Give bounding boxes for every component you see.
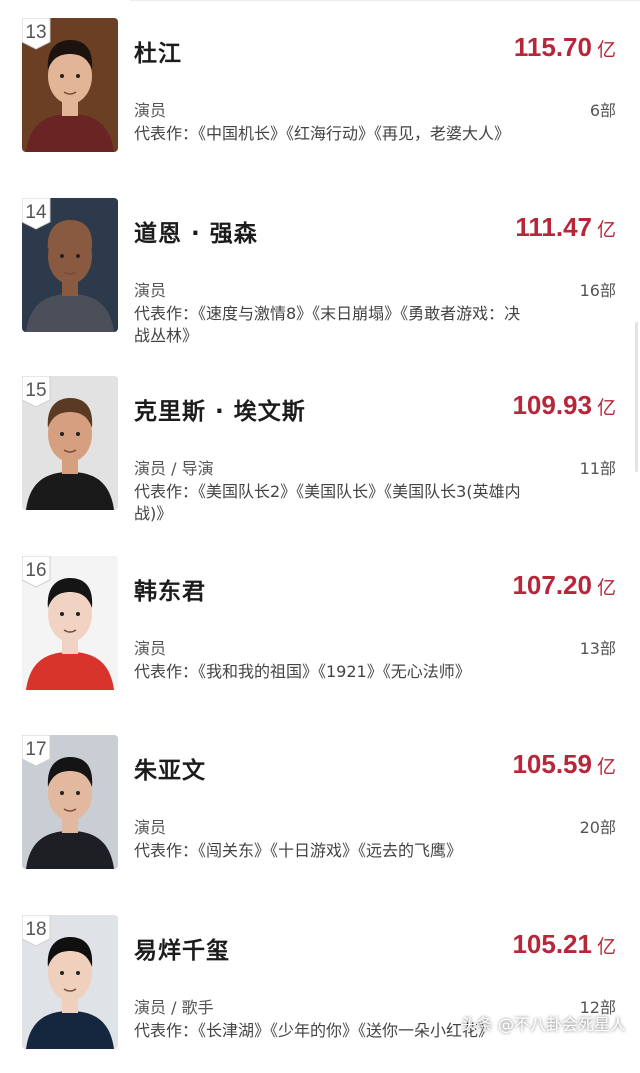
rank-number: 17 (25, 739, 47, 760)
top-divider (130, 0, 640, 1)
representative-works: 代表作：《我和我的祖国》《1921》《无心法师》 (134, 662, 471, 681)
rank-number: 15 (25, 380, 47, 401)
box-office-unit: 亿 (596, 220, 616, 241)
ranking-row[interactable]: 17 朱亚文 105.59 亿 演员 20部 代表作：《闯关东》《十日游戏》《远去… (0, 733, 640, 893)
person-name[interactable]: 韩东君 (134, 572, 206, 606)
box-office-value: 109.93 亿 (512, 390, 616, 421)
box-office-number: 107.20 (512, 570, 592, 600)
rank-badge: 15 (22, 376, 52, 408)
rank-badge: 14 (22, 198, 52, 230)
person-name[interactable]: 杜江 (134, 34, 182, 68)
person-role: 演员 (134, 818, 167, 837)
ranking-row[interactable]: 14 道恩 · 强森 111.47 亿 演员 16部 代表作：《速度与激情8》《末… (0, 196, 640, 356)
ranking-row[interactable]: 13 杜江 115.70 亿 演员 6部 代表作：《中国机长》《红海行动》《再见，… (0, 16, 640, 176)
person-name[interactable]: 克里斯 · 埃文斯 (134, 392, 306, 426)
rank-number: 14 (25, 202, 47, 223)
watermark: 头条 @不八卦会死星人 (460, 1015, 626, 1034)
box-office-unit: 亿 (596, 398, 616, 419)
box-office-unit: 亿 (596, 578, 616, 599)
person-name[interactable]: 朱亚文 (134, 751, 206, 785)
works-count: 11部 (579, 459, 616, 478)
box-office-unit: 亿 (596, 757, 616, 778)
box-office-value: 105.59 亿 (512, 749, 616, 780)
box-office-number: 105.59 (512, 749, 592, 779)
person-role: 演员 (134, 101, 167, 120)
rank-number: 16 (25, 560, 47, 581)
person-role: 演员 (134, 281, 167, 300)
works-count: 16部 (579, 281, 616, 300)
box-office-value: 115.70 亿 (514, 32, 616, 63)
representative-works: 代表作：《速度与激情8》《末日崩塌》《勇敢者游戏：决战丛林》 (134, 304, 521, 345)
rank-number: 18 (25, 919, 47, 940)
representative-works: 代表作：《中国机长》《红海行动》《再见，老婆大人》 (134, 124, 511, 143)
works-count: 20部 (579, 818, 616, 837)
representative-works: 代表作：《闯关东》《十日游戏》《远去的飞鹰》 (134, 841, 463, 860)
rank-badge: 18 (22, 915, 52, 947)
box-office-unit: 亿 (596, 937, 616, 958)
person-name[interactable]: 易烊千玺 (134, 931, 230, 965)
person-role: 演员 / 导演 (134, 459, 214, 478)
box-office-value: 105.21 亿 (512, 929, 616, 960)
rank-number: 13 (25, 22, 47, 43)
person-name[interactable]: 道恩 · 强森 (134, 214, 258, 248)
box-office-number: 111.47 (515, 212, 592, 242)
rank-badge: 16 (22, 556, 52, 588)
rank-badge: 17 (22, 735, 52, 767)
ranking-row[interactable]: 15 克里斯 · 埃文斯 109.93 亿 演员 / 导演 11部 代表作：《美国… (0, 374, 640, 534)
ranking-row[interactable]: 16 韩东君 107.20 亿 演员 13部 代表作：《我和我的祖国》《1921》… (0, 554, 640, 714)
box-office-value: 107.20 亿 (512, 570, 616, 601)
box-office-number: 109.93 (512, 390, 592, 420)
works-count: 6部 (589, 101, 616, 120)
person-role: 演员 / 歌手 (134, 998, 214, 1017)
box-office-value: 111.47 亿 (515, 212, 616, 243)
person-role: 演员 (134, 639, 167, 658)
box-office-number: 115.70 (513, 32, 592, 62)
box-office-unit: 亿 (596, 40, 616, 61)
representative-works: 代表作：《美国队长2》《美国队长》《美国队长3(英雄内战)》 (134, 482, 521, 523)
works-count: 13部 (579, 639, 616, 658)
scrollbar[interactable] (635, 322, 638, 472)
box-office-number: 105.21 (512, 929, 592, 959)
ranking-row[interactable]: 18 易烊千玺 105.21 亿 演员 / 歌手 12部 代表作：《长津湖》《少年… (0, 913, 640, 1073)
rank-badge: 13 (22, 18, 52, 50)
